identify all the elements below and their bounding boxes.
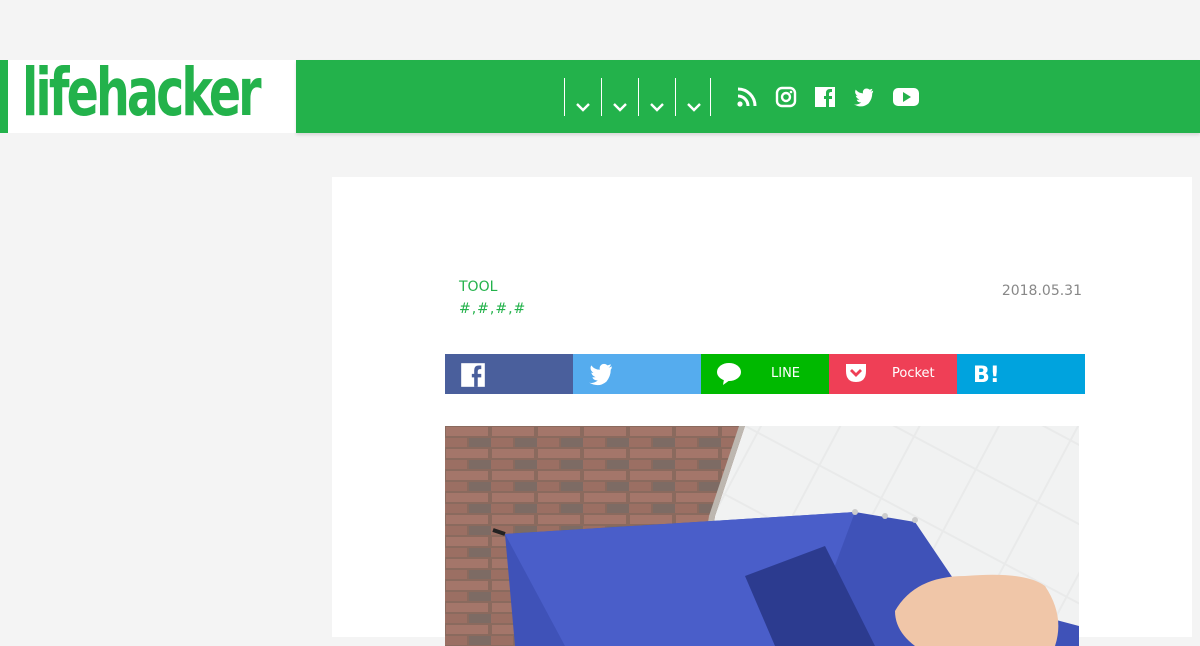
youtube-icon[interactable] xyxy=(892,86,931,112)
facebook-icon xyxy=(461,363,485,387)
pocket-label: Pocket xyxy=(892,366,935,381)
article-date: 2018.05.31 xyxy=(1001,283,1082,299)
rss-icon[interactable] xyxy=(736,86,775,112)
social-links xyxy=(736,86,931,112)
pocket-icon xyxy=(846,364,866,382)
nav-dropdown-2[interactable] xyxy=(601,78,638,116)
umbrella-photo xyxy=(445,426,1079,646)
share-hatena-button[interactable]: B! xyxy=(957,354,1085,394)
logo-accent-bar xyxy=(0,60,8,133)
facebook-icon[interactable] xyxy=(814,86,853,112)
share-twitter-button[interactable] xyxy=(573,354,701,394)
svg-text:B!: B! xyxy=(973,363,1000,386)
site-logo[interactable]: lifehacker xyxy=(22,54,262,132)
hatena-bookmark-icon: B! xyxy=(973,363,1000,386)
top-navbar xyxy=(296,60,1200,133)
chevron-down-icon xyxy=(687,103,701,112)
article-category-link[interactable]: TOOL xyxy=(459,279,497,295)
twitter-icon xyxy=(589,363,612,386)
chevron-down-icon xyxy=(613,103,627,112)
line-icon xyxy=(717,363,741,385)
chevron-down-icon xyxy=(576,103,590,112)
article-hero-image xyxy=(445,426,1079,646)
instagram-icon[interactable] xyxy=(775,86,814,112)
line-label: LINE xyxy=(771,366,801,381)
share-facebook-button[interactable] xyxy=(445,354,573,394)
site-logo-area[interactable]: lifehacker xyxy=(0,54,296,133)
nav-dropdown-1[interactable] xyxy=(564,78,601,116)
twitter-icon[interactable] xyxy=(853,86,892,112)
article-tags[interactable]: #,#,#,# xyxy=(459,301,526,317)
nav-dropdown-3[interactable] xyxy=(638,78,675,116)
chevron-down-icon xyxy=(650,103,664,112)
share-pocket-button[interactable]: Pocket xyxy=(829,354,957,394)
nav-menu xyxy=(564,78,711,116)
article-card: TOOL #,#,#,# 2018.05.31 LINE Pocket B! xyxy=(332,177,1192,646)
share-line-button[interactable]: LINE xyxy=(701,354,829,394)
nav-dropdown-4[interactable] xyxy=(675,78,711,116)
share-bar: LINE Pocket B! xyxy=(445,354,1085,394)
